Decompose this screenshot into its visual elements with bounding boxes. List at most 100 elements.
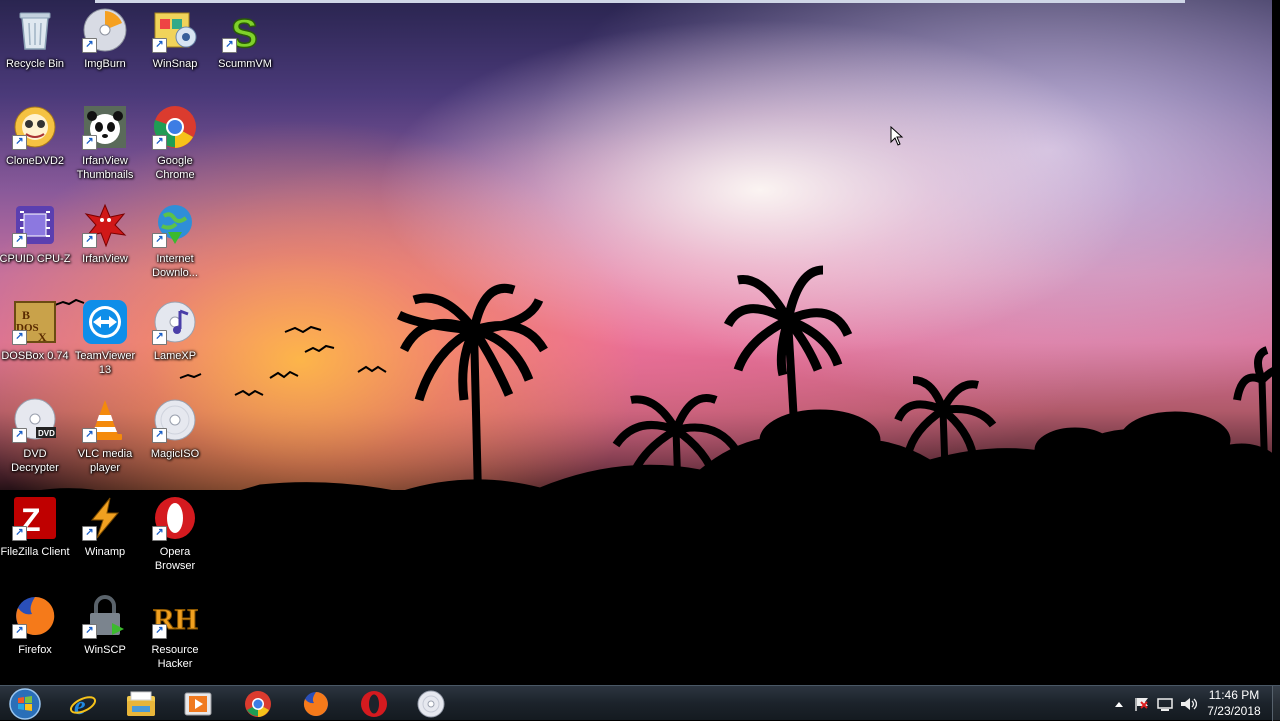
desktop-icon-label: MagicISO [150, 448, 200, 460]
magiciso-icon: ↗ [152, 397, 198, 443]
shortcut-arrow-icon: ↗ [12, 233, 27, 248]
desktop-icon-teamviewer[interactable]: TeamViewer 13 [69, 299, 141, 377]
volume-icon [1181, 697, 1197, 710]
svg-text:B: B [22, 308, 30, 322]
shortcut-arrow-icon: ↗ [152, 624, 167, 639]
desktop-icon-label: LameXP [153, 350, 197, 362]
shortcut-arrow-icon: ↗ [82, 233, 97, 248]
desktop-icon-label: ImgBurn [84, 58, 126, 70]
desktop-icon-clonedvd2[interactable]: ↗ CloneDVD2 [0, 104, 71, 168]
desktop-icon-label: Recycle Bin [5, 58, 65, 70]
shortcut-arrow-icon: ↗ [152, 135, 167, 150]
internet-download-manager-icon: ↗ [152, 202, 198, 248]
taskbar-opera[interactable] [352, 688, 396, 719]
shortcut-arrow-icon: ↗ [82, 38, 97, 53]
desktop-icon-label: DVD Decrypter [11, 448, 59, 474]
opera-icon [361, 690, 387, 717]
shortcut-arrow-icon: ↗ [12, 428, 27, 443]
desktop-icon-label: WinSnap [152, 58, 198, 70]
desktop-icon-label: CPUID CPU-Z [0, 253, 71, 265]
recycle-bin-icon [12, 7, 58, 53]
taskbar-file-explorer[interactable] [119, 688, 163, 719]
vlc-icon: ↗ [82, 397, 128, 443]
media-player-icon [184, 692, 212, 715]
desktop-icon-magiciso[interactable]: ↗ MagicISO [139, 397, 211, 461]
firefox-icon: ↗ [12, 593, 58, 639]
dvd-disc-icon [417, 690, 445, 717]
taskbar-internet-explorer[interactable]: e [61, 688, 105, 719]
taskbar-dvd-disc[interactable] [409, 688, 453, 719]
opera-icon: ↗ [152, 495, 198, 541]
shortcut-arrow-icon: ↗ [152, 428, 167, 443]
desktop-icon-cpuz[interactable]: ↗ CPUID CPU-Z [0, 202, 71, 266]
desktop-icon-label: IrfanView Thumbnails [76, 155, 134, 181]
shortcut-arrow-icon: ↗ [222, 38, 237, 53]
shortcut-arrow-icon: ↗ [12, 330, 27, 345]
file-explorer-icon [127, 691, 155, 716]
network-button[interactable] [1154, 686, 1176, 721]
system-clock[interactable]: 11:46 PM 7/23/2018 [1196, 687, 1272, 720]
chrome-icon: ↗ [152, 104, 198, 150]
desktop-icon-winsnap[interactable]: ↗ WinSnap [139, 7, 211, 71]
desktop[interactable]: Recycle Bin ↗ CloneDVD2 ↗ CPUID CPU-Z BD… [0, 0, 1280, 685]
taskbar-firefox[interactable] [294, 688, 338, 719]
resource-hacker-icon: RH ↗ [152, 593, 199, 639]
desktop-icon-winscp[interactable]: ↗ WinSCP [69, 593, 141, 657]
desktop-icon-irfanview-thumbnails[interactable]: ↗ IrfanView Thumbnails [69, 104, 141, 182]
desktop-icon-irfanview[interactable]: ↗ IrfanView [69, 202, 141, 266]
desktop-icon-resource-hacker[interactable]: RH ↗ Resource Hacker [139, 593, 211, 671]
svg-text:e: e [74, 691, 86, 719]
desktop-icon-label: ScummVM [218, 58, 272, 70]
action-center-flag-icon [1135, 697, 1148, 711]
desktop-icon-winamp[interactable]: ↗ Winamp [69, 495, 141, 559]
shortcut-arrow-icon: ↗ [12, 624, 27, 639]
desktop-icon-label: Resource Hacker [151, 644, 199, 670]
irfanview-icon: ↗ [82, 202, 128, 248]
desktop-icon-recycle-bin[interactable]: Recycle Bin [0, 7, 71, 71]
desktop-icon-imgburn[interactable]: ↗ ImgBurn [69, 7, 141, 71]
desktop-icon-label: Opera Browser [154, 546, 196, 572]
shortcut-arrow-icon: ↗ [152, 38, 167, 53]
chrome-icon [245, 690, 271, 717]
windows-start-icon [9, 687, 41, 720]
shortcut-arrow-icon: ↗ [12, 135, 27, 150]
desktop-icon-lamexp[interactable]: ↗ LameXP [139, 299, 211, 363]
shortcut-arrow-icon: ↗ [82, 135, 97, 150]
winamp-icon: ↗ [82, 495, 128, 541]
start-button[interactable] [2, 687, 48, 720]
desktop-icon-dosbox[interactable]: B DOS X ↗ DOSBox 0.74 [0, 299, 71, 363]
desktop-icon-label: FileZilla Client [0, 546, 70, 558]
action-center-button[interactable] [1131, 686, 1153, 721]
winsnap-icon: ↗ [152, 7, 198, 53]
shortcut-arrow-icon: ↗ [82, 624, 97, 639]
imgburn-icon: ↗ [82, 7, 128, 53]
desktop-icon-dvd-decrypter[interactable]: DVD ↗ DVD Decrypter [0, 397, 71, 475]
shortcut-arrow-icon: ↗ [12, 526, 27, 541]
mouse-cursor-icon [890, 125, 904, 151]
desktop-icon-internet-download-manager[interactable]: ↗ Internet Downlo... [139, 202, 211, 280]
desktop-icon-google-chrome[interactable]: ↗ Google Chrome [139, 104, 211, 182]
network-icon [1157, 697, 1173, 711]
shortcut-arrow-icon: ↗ [152, 526, 167, 541]
shortcut-arrow-icon: ↗ [82, 526, 97, 541]
right-edge [1272, 0, 1280, 685]
taskbar-media-player[interactable] [176, 688, 220, 719]
dvd-decrypter-icon: DVD ↗ [12, 397, 58, 443]
desktop-icon-vlc[interactable]: ↗ VLC media player [69, 397, 141, 475]
desktop-icon-firefox[interactable]: ↗ Firefox [0, 593, 71, 657]
internet-explorer-icon: e [69, 691, 97, 719]
show-hidden-icons-button[interactable] [1110, 686, 1128, 721]
desktop-icon-label: Google Chrome [155, 155, 195, 181]
dosbox-icon: B DOS X ↗ [12, 299, 58, 345]
show-desktop-button[interactable] [1272, 686, 1280, 721]
shortcut-arrow-icon: ↗ [152, 233, 167, 248]
desktop-icon-opera[interactable]: ↗ Opera Browser [139, 495, 211, 573]
taskbar: e 11:46 PM 7/23/2018 [0, 685, 1280, 721]
clonedvd-icon: ↗ [12, 104, 58, 150]
clock-date: 7/23/2018 [1207, 704, 1261, 718]
desktop-icon-scummvm[interactable]: S ↗ ScummVM [209, 7, 281, 71]
desktop-icon-filezilla[interactable]: Z ↗ FileZilla Client [0, 495, 71, 559]
teamviewer-icon [82, 299, 128, 345]
irfanview-thumbnails-icon: ↗ [82, 104, 128, 150]
taskbar-google-chrome[interactable] [236, 688, 280, 719]
